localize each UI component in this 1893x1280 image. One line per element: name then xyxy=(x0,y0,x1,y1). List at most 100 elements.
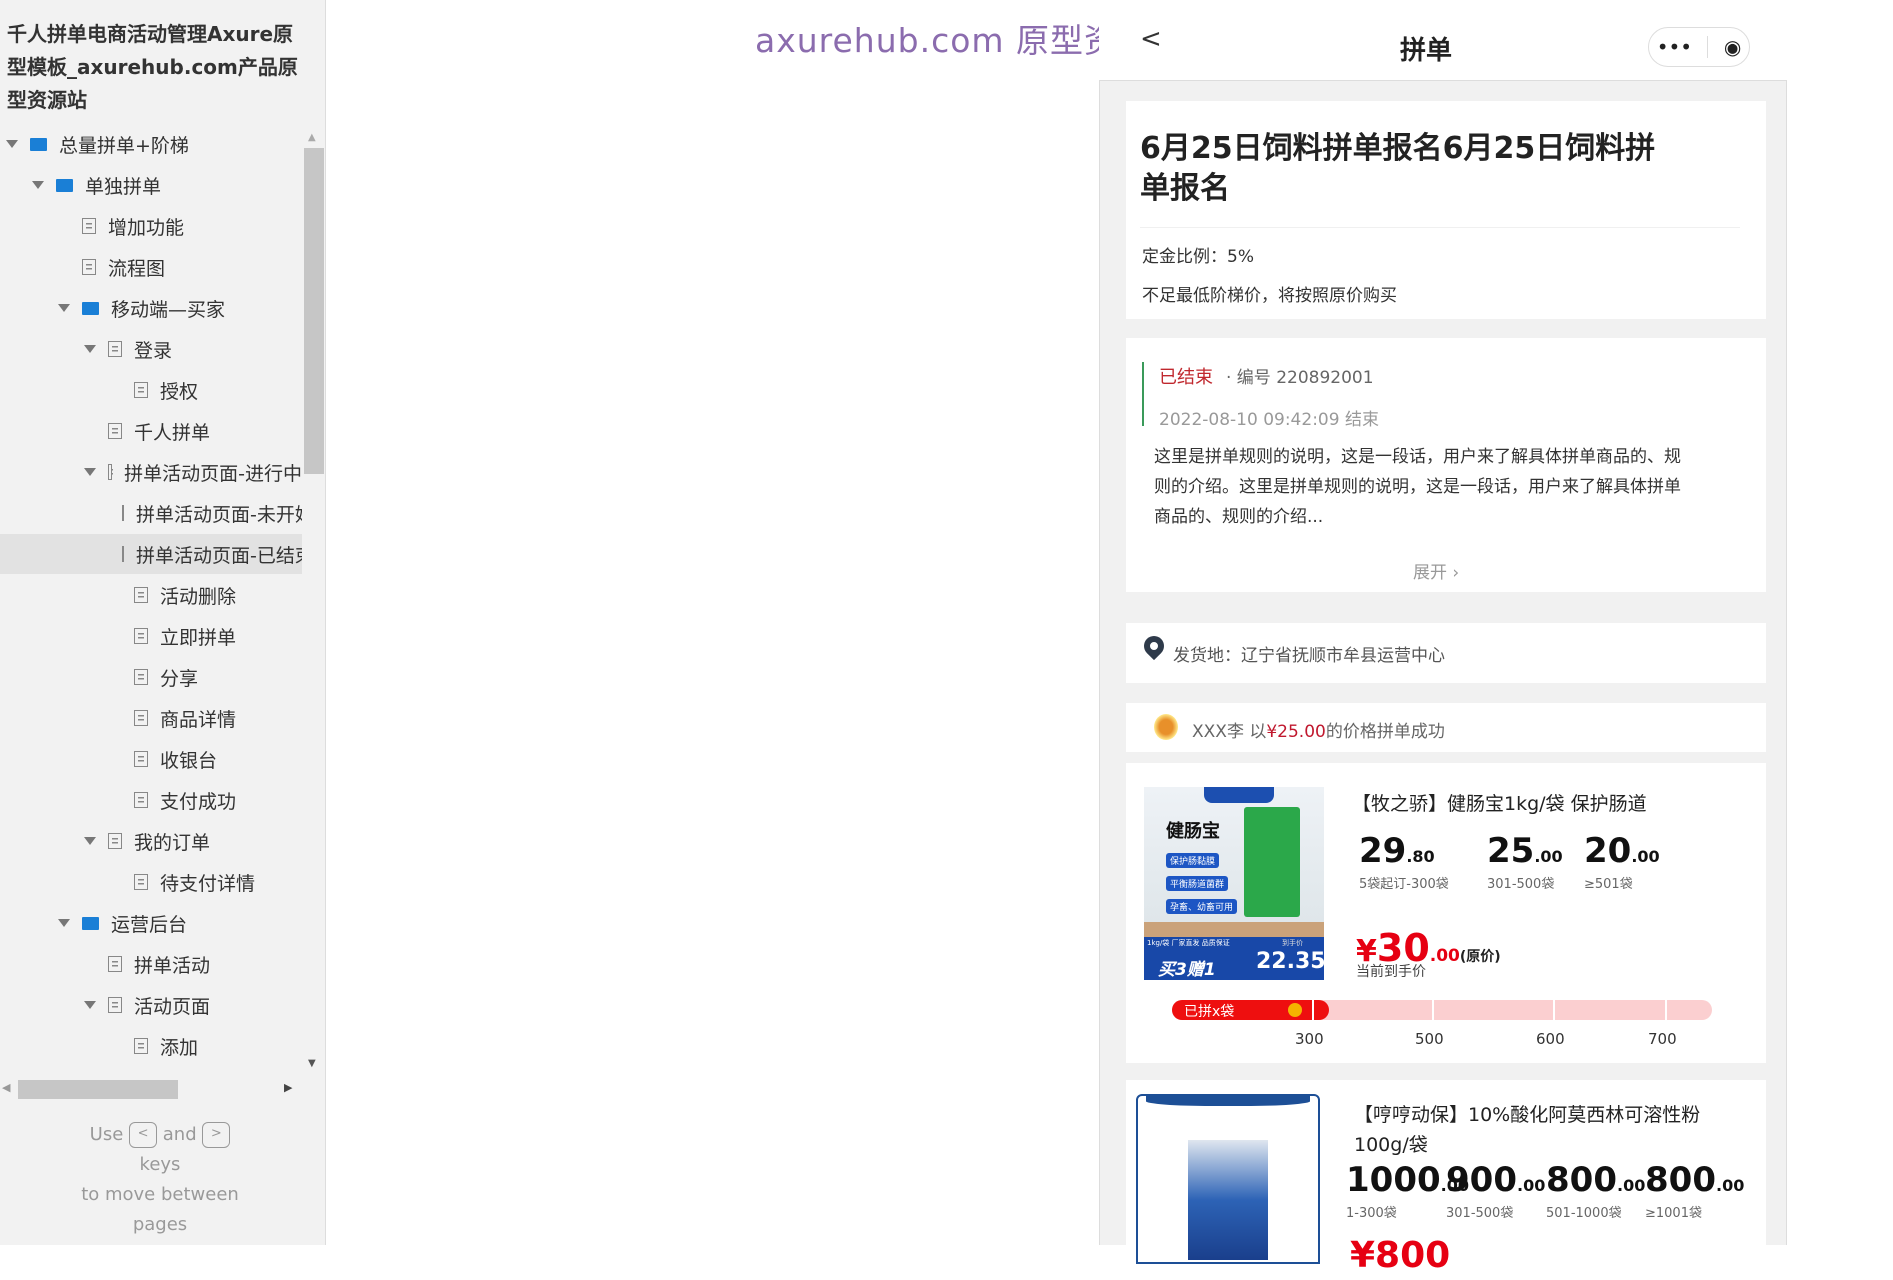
tier-range: ≥1001袋 xyxy=(1645,1206,1702,1221)
tree-item-label: 拼单活动页面-已结束 xyxy=(136,544,302,567)
tree-item[interactable]: 总量拼单+阶梯 xyxy=(0,124,302,164)
tree-item[interactable]: 拼单活动页面-未开始 xyxy=(0,493,302,533)
tree-item-label: 单独拼单 xyxy=(85,175,162,198)
price-tier: 900.00 301-500袋 xyxy=(1446,1160,1545,1221)
tree-item[interactable]: 立即拼单 xyxy=(0,616,302,656)
page-icon xyxy=(134,792,148,808)
expand-arrow-icon[interactable] xyxy=(84,345,96,353)
prev-key-icon: < xyxy=(129,1122,158,1148)
price-dec: .00 xyxy=(1429,946,1460,966)
tree-item[interactable]: 分享 xyxy=(0,657,302,697)
tree-item-label: 拼单活动 xyxy=(134,954,211,977)
progress-label: 已拼x袋 xyxy=(1184,1004,1235,1020)
horizontal-scrollbar-thumb[interactable] xyxy=(18,1080,178,1099)
page-icon xyxy=(134,669,148,685)
rule-description: 这里是拼单规则的说明，这是一段话，用户来了解具体拼单商品的、规则的介绍。这里是拼… xyxy=(1154,447,1681,527)
tree-item[interactable]: 移动端—买家 xyxy=(0,288,302,328)
expand-arrow-icon[interactable] xyxy=(32,181,44,189)
image-promo-text: 买3赠1 xyxy=(1158,960,1216,980)
expand-arrow-icon[interactable] xyxy=(58,304,70,312)
hint-text: Use xyxy=(89,1124,124,1145)
ship-from-text: 发货地：辽宁省抚顺市牟县运营中心 xyxy=(1173,646,1445,666)
tree-item[interactable]: 活动页面 xyxy=(0,985,302,1025)
current-price-label: 当前到手价 xyxy=(1356,964,1426,980)
image-bottom-text: 1kg/袋 厂家直发 品质保证 xyxy=(1147,939,1230,947)
tree-item[interactable]: 千人拼单 xyxy=(0,411,302,451)
back-icon[interactable]: < xyxy=(1140,24,1162,54)
folder-icon xyxy=(56,178,73,192)
tree-item[interactable]: 待支付详情 xyxy=(0,862,302,902)
tier-price-dec: .00 xyxy=(1616,1176,1646,1195)
tier-price-dec: .00 xyxy=(1534,847,1563,866)
tree-item-label: 总量拼单+阶梯 xyxy=(59,134,189,157)
vertical-scrollbar-thumb[interactable] xyxy=(304,148,324,474)
price-tier: 800.00 501-1000袋 xyxy=(1546,1160,1645,1221)
tree-item-label: 活动页面 xyxy=(134,995,211,1018)
tree-item[interactable]: 增加功能 xyxy=(0,206,302,246)
page-icon xyxy=(134,874,148,890)
tier-price-int: 800 xyxy=(1645,1160,1716,1200)
tier-price-dec: .00 xyxy=(1715,1176,1745,1195)
progress-tick-label: 500 xyxy=(1415,1030,1444,1048)
expand-arrow-icon[interactable] xyxy=(84,1001,96,1009)
scroll-up-icon[interactable]: ▲ xyxy=(308,132,316,143)
hint-text: to move between xyxy=(81,1184,239,1205)
tree-item[interactable]: 添加 xyxy=(0,1026,302,1066)
expand-arrow-icon[interactable] xyxy=(6,140,18,148)
tier-price-dec: .80 xyxy=(1406,847,1435,866)
tier-price-int: 1000 xyxy=(1346,1160,1441,1200)
tree-item[interactable]: 收银台 xyxy=(0,739,302,779)
scroll-left-icon[interactable]: ◀ xyxy=(2,1081,10,1094)
product-image[interactable] xyxy=(1136,1094,1320,1264)
tier-price-int: 20 xyxy=(1584,831,1632,871)
tree-item[interactable]: 支付成功 xyxy=(0,780,302,820)
tree-item-label: 添加 xyxy=(160,1036,199,1059)
tier-price-int: 25 xyxy=(1487,831,1535,871)
expand-arrow-icon[interactable] xyxy=(84,837,96,845)
price-tier: 20.00 ≥501袋 xyxy=(1584,831,1660,892)
tree-item-label: 移动端—买家 xyxy=(111,298,226,321)
product-name: 【牧之骄】健肠宝1kg/袋 保护肠道 xyxy=(1352,793,1647,815)
tree-item[interactable]: 登录 xyxy=(0,329,302,369)
hint-text: keys xyxy=(139,1154,181,1175)
tier-range: 5袋起订-300袋 xyxy=(1359,877,1449,892)
price-tier: 25.00 301-500袋 xyxy=(1487,831,1563,892)
hint-text: pages xyxy=(132,1214,188,1235)
scroll-down-icon[interactable]: ▼ xyxy=(308,1058,316,1069)
tree-item-label: 授权 xyxy=(160,380,199,403)
tree-item[interactable]: 拼单活动 xyxy=(0,944,302,984)
tier-range: 301-500袋 xyxy=(1487,877,1555,892)
product-card[interactable]: 【哼哼动保】10%酸化阿莫西林可溶性粉100g/袋 ¥800 1000.00 1-… xyxy=(1126,1080,1766,1280)
tree-item[interactable]: 拼单活动页面-已结束 xyxy=(0,534,302,574)
expand-arrow-icon[interactable] xyxy=(58,919,70,927)
expand-button[interactable]: 展开 › xyxy=(1413,558,1459,583)
progress-divider xyxy=(1432,1000,1434,1020)
tree-item[interactable]: 我的订单 xyxy=(0,821,302,861)
more-icon[interactable]: ••• xyxy=(1657,35,1692,59)
page-icon xyxy=(134,710,148,726)
close-target-icon[interactable]: ◉ xyxy=(1724,35,1741,59)
tree-item[interactable]: 授权 xyxy=(0,370,302,410)
expand-arrow-icon[interactable] xyxy=(84,468,96,476)
tree-item-label: 运营后台 xyxy=(111,913,188,936)
tree-item-label: 收银台 xyxy=(160,749,218,772)
page-icon xyxy=(82,218,96,234)
tree-item[interactable]: 商品详情 xyxy=(0,698,302,738)
tree-item[interactable]: 拼单活动页面-进行中 xyxy=(0,452,302,492)
tree-item[interactable]: 单独拼单 xyxy=(0,165,302,205)
activity-info-card: 6月25日饲料拼单报名6月25日饲料拼单报名 定金比例：5% 不足最低阶梯价，将… xyxy=(1126,101,1766,319)
page-icon xyxy=(134,628,148,644)
price-rule-note: 不足最低阶梯价，将按照原价购买 xyxy=(1142,286,1397,306)
product-image[interactable]: 健肠宝 保护肠黏膜 平衡肠道菌群 孕畜、幼畜可用 1kg/袋 厂家直发 品质保证… xyxy=(1144,787,1324,980)
page-icon xyxy=(134,587,148,603)
progress-tick-label: 300 xyxy=(1295,1030,1324,1048)
page-icon xyxy=(108,833,122,849)
tree-item[interactable]: 流程图 xyxy=(0,247,302,287)
original-price-tag: (原价) xyxy=(1459,949,1501,965)
scroll-right-icon[interactable]: ▶ xyxy=(284,1081,292,1094)
folder-icon xyxy=(30,137,47,151)
page-icon xyxy=(108,997,122,1013)
tree-item[interactable]: 运营后台 xyxy=(0,903,302,943)
tree-item[interactable]: 活动删除 xyxy=(0,575,302,615)
expand-label: 展开 xyxy=(1413,563,1447,583)
